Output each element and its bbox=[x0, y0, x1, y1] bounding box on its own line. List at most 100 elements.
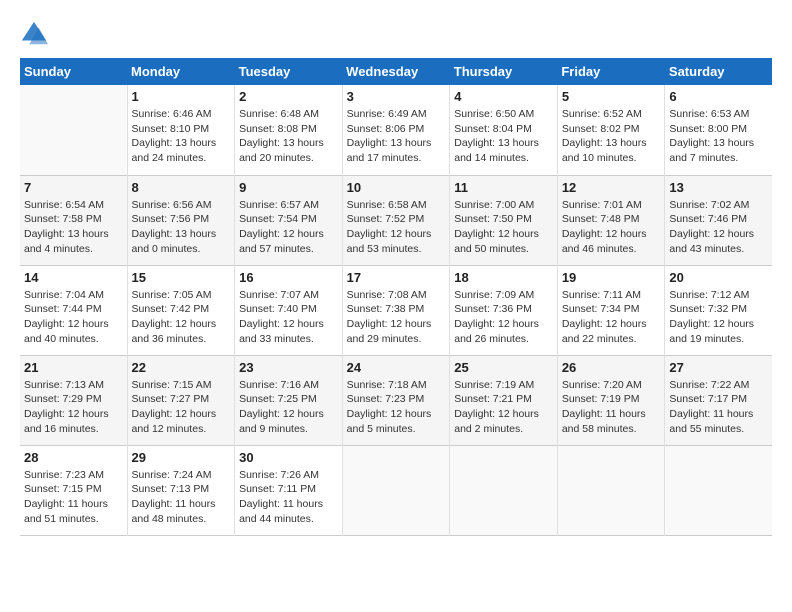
calendar-cell: 26 Sunrise: 7:20 AM Sunset: 7:19 PM Dayli… bbox=[557, 355, 665, 445]
day-info: Sunrise: 6:52 AM Sunset: 8:02 PM Dayligh… bbox=[562, 107, 661, 166]
page-header bbox=[20, 20, 772, 48]
calendar-cell bbox=[20, 85, 127, 175]
day-info: Sunrise: 7:22 AM Sunset: 7:17 PM Dayligh… bbox=[669, 378, 768, 437]
day-number: 17 bbox=[347, 270, 446, 285]
day-number: 15 bbox=[132, 270, 231, 285]
calendar-cell: 7 Sunrise: 6:54 AM Sunset: 7:58 PM Daylig… bbox=[20, 175, 127, 265]
day-number: 19 bbox=[562, 270, 661, 285]
header-friday: Friday bbox=[557, 58, 665, 85]
logo bbox=[20, 20, 52, 48]
day-number: 30 bbox=[239, 450, 338, 465]
calendar-cell: 22 Sunrise: 7:15 AM Sunset: 7:27 PM Dayli… bbox=[127, 355, 235, 445]
day-number: 29 bbox=[132, 450, 231, 465]
calendar-cell: 19 Sunrise: 7:11 AM Sunset: 7:34 PM Dayli… bbox=[557, 265, 665, 355]
calendar-cell bbox=[342, 445, 450, 535]
day-number: 5 bbox=[562, 89, 661, 104]
day-number: 3 bbox=[347, 89, 446, 104]
day-number: 28 bbox=[24, 450, 123, 465]
calendar-cell: 1 Sunrise: 6:46 AM Sunset: 8:10 PM Daylig… bbox=[127, 85, 235, 175]
day-info: Sunrise: 7:07 AM Sunset: 7:40 PM Dayligh… bbox=[239, 288, 338, 347]
calendar-header-row: SundayMondayTuesdayWednesdayThursdayFrid… bbox=[20, 58, 772, 85]
calendar-cell: 23 Sunrise: 7:16 AM Sunset: 7:25 PM Dayli… bbox=[235, 355, 343, 445]
calendar-cell: 18 Sunrise: 7:09 AM Sunset: 7:36 PM Dayli… bbox=[450, 265, 558, 355]
day-number: 9 bbox=[239, 180, 338, 195]
day-number: 4 bbox=[454, 89, 553, 104]
calendar-cell: 25 Sunrise: 7:19 AM Sunset: 7:21 PM Dayli… bbox=[450, 355, 558, 445]
day-number: 11 bbox=[454, 180, 553, 195]
day-info: Sunrise: 7:18 AM Sunset: 7:23 PM Dayligh… bbox=[347, 378, 446, 437]
calendar-cell: 13 Sunrise: 7:02 AM Sunset: 7:46 PM Dayli… bbox=[665, 175, 772, 265]
day-info: Sunrise: 6:49 AM Sunset: 8:06 PM Dayligh… bbox=[347, 107, 446, 166]
calendar-cell: 2 Sunrise: 6:48 AM Sunset: 8:08 PM Daylig… bbox=[235, 85, 343, 175]
day-number: 8 bbox=[132, 180, 231, 195]
day-number: 10 bbox=[347, 180, 446, 195]
calendar-table: SundayMondayTuesdayWednesdayThursdayFrid… bbox=[20, 58, 772, 536]
day-info: Sunrise: 7:19 AM Sunset: 7:21 PM Dayligh… bbox=[454, 378, 553, 437]
day-info: Sunrise: 6:54 AM Sunset: 7:58 PM Dayligh… bbox=[24, 198, 123, 257]
calendar-cell: 20 Sunrise: 7:12 AM Sunset: 7:32 PM Dayli… bbox=[665, 265, 772, 355]
calendar-cell: 16 Sunrise: 7:07 AM Sunset: 7:40 PM Dayli… bbox=[235, 265, 343, 355]
calendar-cell: 6Sunrise: 6:53 AM Sunset: 8:00 PM Daylig… bbox=[665, 85, 772, 175]
day-info: Sunrise: 7:00 AM Sunset: 7:50 PM Dayligh… bbox=[454, 198, 553, 257]
calendar-cell: 4Sunrise: 6:50 AM Sunset: 8:04 PM Daylig… bbox=[450, 85, 558, 175]
calendar-cell bbox=[557, 445, 665, 535]
day-number: 1 bbox=[132, 89, 231, 104]
day-info: Sunrise: 7:01 AM Sunset: 7:48 PM Dayligh… bbox=[562, 198, 661, 257]
day-number: 24 bbox=[347, 360, 446, 375]
calendar-cell bbox=[450, 445, 558, 535]
calendar-cell: 5 Sunrise: 6:52 AM Sunset: 8:02 PM Daylig… bbox=[557, 85, 665, 175]
day-number: 18 bbox=[454, 270, 553, 285]
calendar-cell: 14Sunrise: 7:04 AM Sunset: 7:44 PM Dayli… bbox=[20, 265, 127, 355]
logo-icon bbox=[20, 20, 48, 48]
day-info: Sunrise: 7:12 AM Sunset: 7:32 PM Dayligh… bbox=[669, 288, 768, 347]
day-info: Sunrise: 6:48 AM Sunset: 8:08 PM Dayligh… bbox=[239, 107, 338, 166]
day-info: Sunrise: 6:53 AM Sunset: 8:00 PM Dayligh… bbox=[669, 107, 768, 166]
header-sunday: Sunday bbox=[20, 58, 127, 85]
week-row-1: 1 Sunrise: 6:46 AM Sunset: 8:10 PM Daylig… bbox=[20, 85, 772, 175]
day-info: Sunrise: 7:16 AM Sunset: 7:25 PM Dayligh… bbox=[239, 378, 338, 437]
header-tuesday: Tuesday bbox=[235, 58, 343, 85]
day-info: Sunrise: 7:02 AM Sunset: 7:46 PM Dayligh… bbox=[669, 198, 768, 257]
calendar-cell: 8Sunrise: 6:56 AM Sunset: 7:56 PM Daylig… bbox=[127, 175, 235, 265]
day-number: 7 bbox=[24, 180, 123, 195]
week-row-2: 7 Sunrise: 6:54 AM Sunset: 7:58 PM Daylig… bbox=[20, 175, 772, 265]
day-info: Sunrise: 6:46 AM Sunset: 8:10 PM Dayligh… bbox=[132, 107, 231, 166]
calendar-cell: 28 Sunrise: 7:23 AM Sunset: 7:15 PM Dayli… bbox=[20, 445, 127, 535]
header-monday: Monday bbox=[127, 58, 235, 85]
calendar-cell: 21 Sunrise: 7:13 AM Sunset: 7:29 PM Dayli… bbox=[20, 355, 127, 445]
calendar-cell bbox=[665, 445, 772, 535]
day-info: Sunrise: 7:11 AM Sunset: 7:34 PM Dayligh… bbox=[562, 288, 661, 347]
calendar-cell: 15 Sunrise: 7:05 AM Sunset: 7:42 PM Dayli… bbox=[127, 265, 235, 355]
day-number: 20 bbox=[669, 270, 768, 285]
day-info: Sunrise: 6:58 AM Sunset: 7:52 PM Dayligh… bbox=[347, 198, 446, 257]
day-info: Sunrise: 7:20 AM Sunset: 7:19 PM Dayligh… bbox=[562, 378, 661, 437]
calendar-cell: 30Sunrise: 7:26 AM Sunset: 7:11 PM Dayli… bbox=[235, 445, 343, 535]
day-number: 22 bbox=[132, 360, 231, 375]
calendar-cell: 17Sunrise: 7:08 AM Sunset: 7:38 PM Dayli… bbox=[342, 265, 450, 355]
day-number: 26 bbox=[562, 360, 661, 375]
day-info: Sunrise: 7:09 AM Sunset: 7:36 PM Dayligh… bbox=[454, 288, 553, 347]
day-number: 21 bbox=[24, 360, 123, 375]
calendar-cell: 10 Sunrise: 6:58 AM Sunset: 7:52 PM Dayli… bbox=[342, 175, 450, 265]
calendar-cell: 9Sunrise: 6:57 AM Sunset: 7:54 PM Daylig… bbox=[235, 175, 343, 265]
day-number: 14 bbox=[24, 270, 123, 285]
header-wednesday: Wednesday bbox=[342, 58, 450, 85]
day-info: Sunrise: 7:13 AM Sunset: 7:29 PM Dayligh… bbox=[24, 378, 123, 437]
week-row-5: 28 Sunrise: 7:23 AM Sunset: 7:15 PM Dayli… bbox=[20, 445, 772, 535]
day-number: 23 bbox=[239, 360, 338, 375]
day-number: 16 bbox=[239, 270, 338, 285]
header-saturday: Saturday bbox=[665, 58, 772, 85]
day-info: Sunrise: 7:24 AM Sunset: 7:13 PM Dayligh… bbox=[132, 468, 231, 527]
day-number: 2 bbox=[239, 89, 338, 104]
day-info: Sunrise: 7:23 AM Sunset: 7:15 PM Dayligh… bbox=[24, 468, 123, 527]
week-row-3: 14Sunrise: 7:04 AM Sunset: 7:44 PM Dayli… bbox=[20, 265, 772, 355]
calendar-cell: 29 Sunrise: 7:24 AM Sunset: 7:13 PM Dayli… bbox=[127, 445, 235, 535]
calendar-cell: 3 Sunrise: 6:49 AM Sunset: 8:06 PM Daylig… bbox=[342, 85, 450, 175]
day-number: 27 bbox=[669, 360, 768, 375]
day-number: 13 bbox=[669, 180, 768, 195]
day-number: 25 bbox=[454, 360, 553, 375]
day-info: Sunrise: 7:15 AM Sunset: 7:27 PM Dayligh… bbox=[132, 378, 231, 437]
day-number: 12 bbox=[562, 180, 661, 195]
header-thursday: Thursday bbox=[450, 58, 558, 85]
day-info: Sunrise: 7:05 AM Sunset: 7:42 PM Dayligh… bbox=[132, 288, 231, 347]
